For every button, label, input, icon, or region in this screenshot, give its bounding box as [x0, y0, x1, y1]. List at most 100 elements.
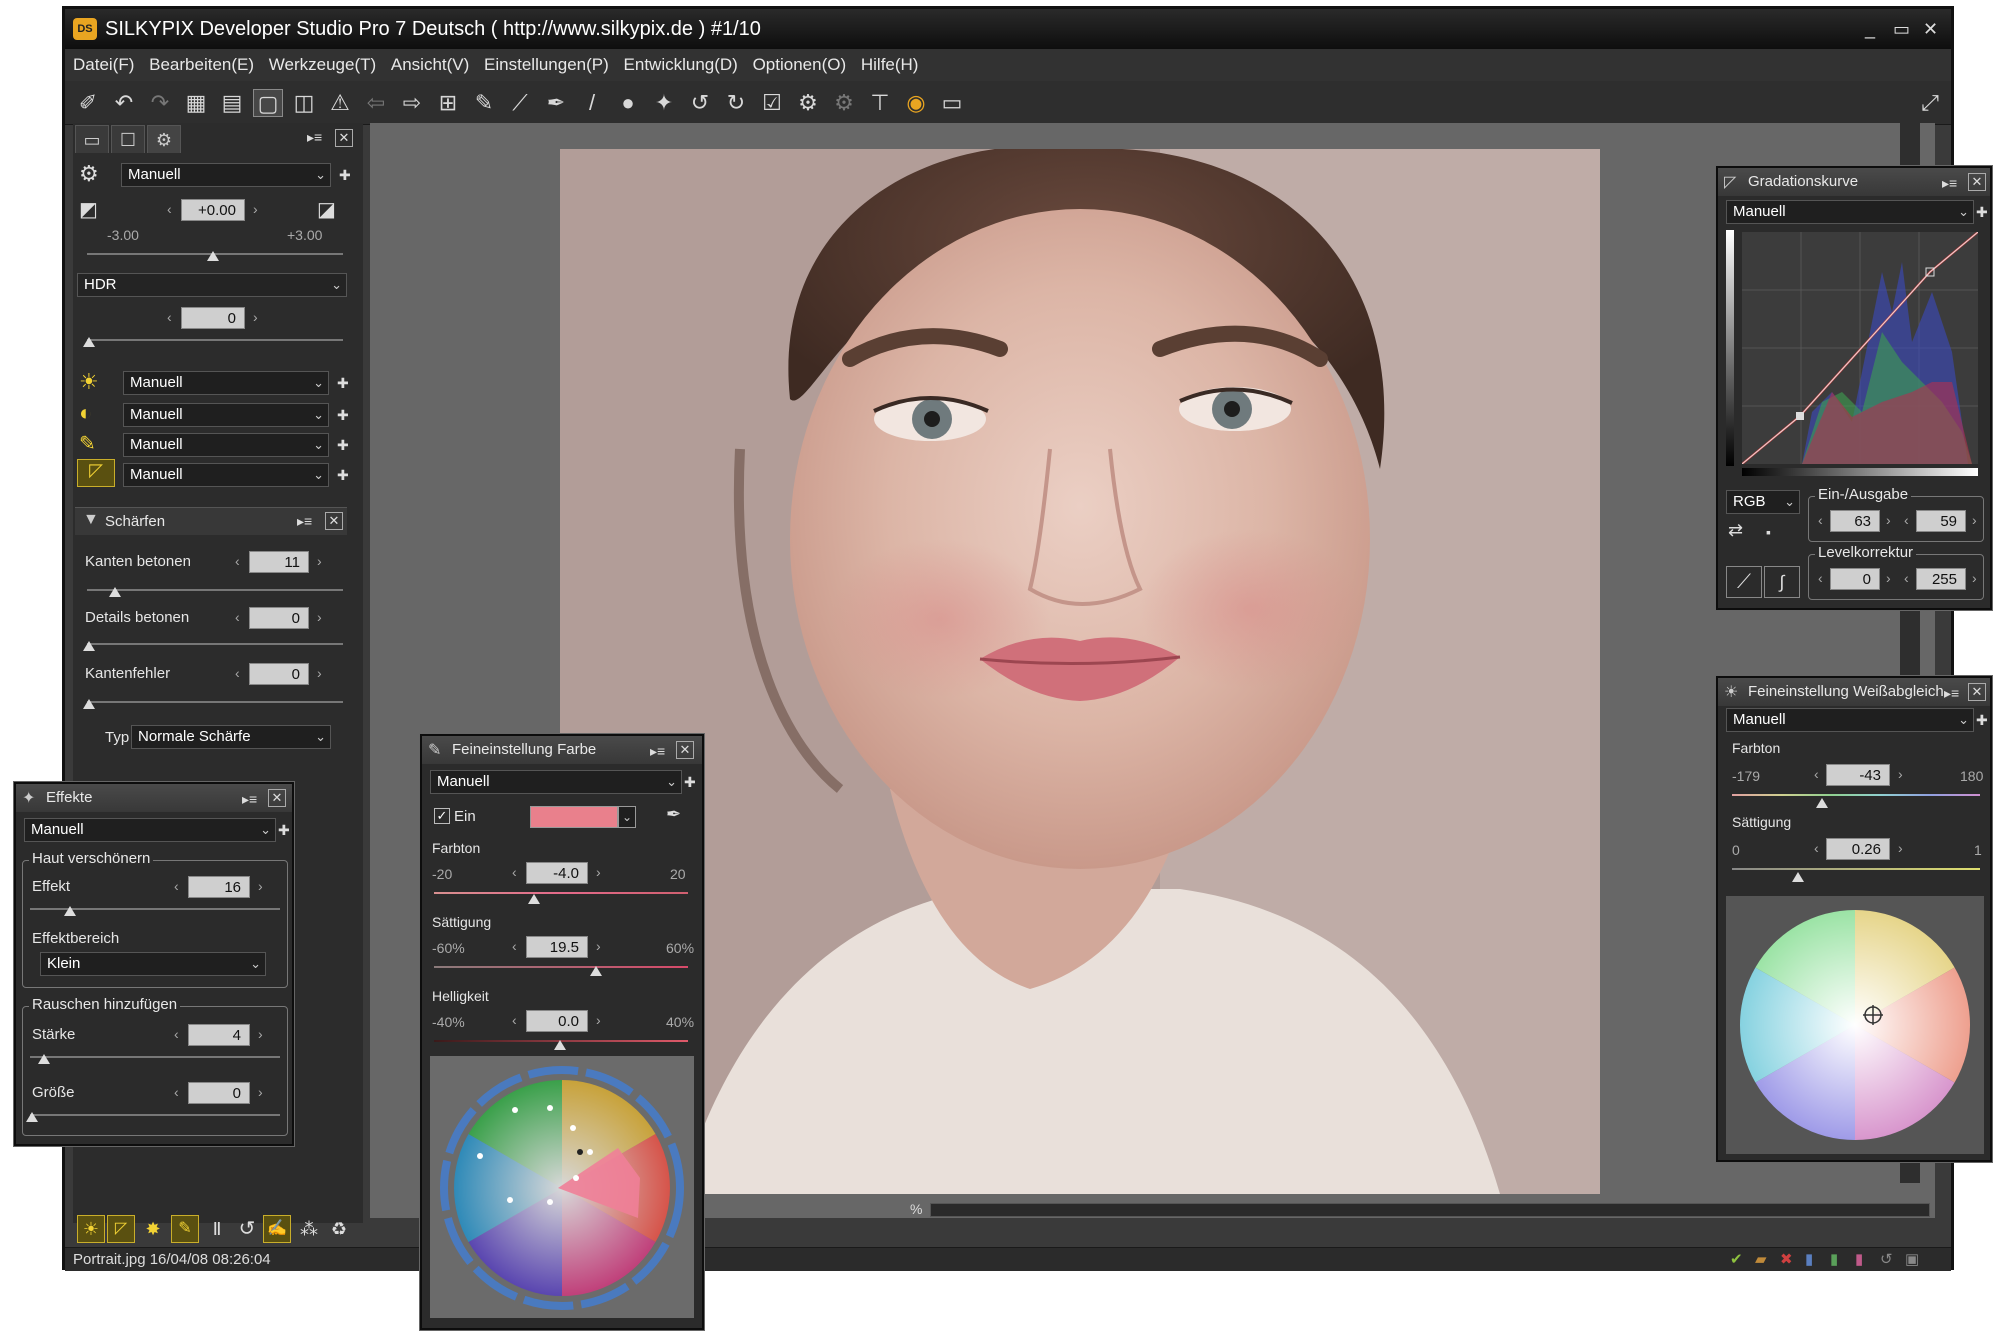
color-hue-dec-icon[interactable]: ‹	[512, 864, 517, 880]
hdr-dec-icon[interactable]: ‹	[167, 309, 172, 325]
tag-green-icon[interactable]: ▮	[1830, 1248, 1838, 1272]
edge-fault-slider-thumb[interactable]	[83, 699, 95, 709]
lock-icon[interactable]: ▣	[1905, 1248, 1919, 1272]
color-hue-value[interactable]: -4.0	[526, 862, 588, 884]
edge-slider-thumb[interactable]	[109, 587, 121, 597]
wb-hue-inc-icon[interactable]: ›	[1898, 766, 1903, 782]
folder-icon[interactable]: ▰	[1755, 1248, 1767, 1272]
curve-input-value[interactable]: 63	[1830, 510, 1880, 532]
swatch-dropdown-icon[interactable]: ⌄	[618, 806, 636, 828]
tool-effect-icon[interactable]: ✍	[263, 1215, 291, 1243]
tool-lens-icon[interactable]: Ⅱ	[203, 1215, 231, 1243]
detail-slider[interactable]	[87, 643, 343, 645]
preset-add-icon[interactable]: ✚	[339, 167, 351, 184]
output-inc-icon[interactable]: ›	[1972, 512, 1977, 528]
color-fine-close-button[interactable]: ✕	[676, 741, 694, 759]
filmstrip-view-icon[interactable]: ▤	[217, 89, 247, 117]
color-add-icon[interactable]: ✚	[684, 774, 696, 791]
tone-add-icon[interactable]: ✚	[337, 407, 349, 424]
curve-plot[interactable]	[1741, 231, 1979, 465]
hammer-icon[interactable]: ⊤	[865, 89, 895, 117]
effect-slider-thumb[interactable]	[64, 906, 76, 916]
prev-arrow-icon[interactable]: ⇦	[361, 89, 391, 117]
color-hue-inc-icon[interactable]: ›	[596, 864, 601, 880]
sharpen-close-button[interactable]: ✕	[325, 512, 343, 530]
effects-menu-icon[interactable]: ▸≡	[242, 791, 257, 808]
tag-pink-icon[interactable]: ▮	[1855, 1248, 1863, 1272]
level-low-inc-icon[interactable]: ›	[1886, 570, 1891, 586]
color-sat-slider-thumb[interactable]	[590, 966, 602, 976]
edge-fault-dec-icon[interactable]: ‹	[235, 665, 240, 681]
monitor-icon[interactable]: ▭	[937, 89, 967, 117]
tab-folder[interactable]: ▭	[75, 125, 109, 153]
edge-fault-inc-icon[interactable]: ›	[317, 665, 322, 681]
wb-sat-slider-thumb[interactable]	[1792, 872, 1804, 882]
auto-exposure-icon[interactable]: ◪	[317, 197, 336, 222]
color-bright-slider-thumb[interactable]	[554, 1040, 566, 1050]
curve-output-value[interactable]: 59	[1916, 510, 1966, 532]
color-bright-inc-icon[interactable]: ›	[596, 1012, 601, 1028]
curve-point-add-icon[interactable]: ▪	[1766, 524, 1771, 540]
input-dec-icon[interactable]: ‹	[1818, 512, 1823, 528]
detail-dec-icon[interactable]: ‹	[235, 609, 240, 625]
color-wheel-area[interactable]	[430, 1056, 694, 1318]
color-preset-select[interactable]: Manuell ⌄	[430, 770, 682, 794]
strength-slider[interactable]	[30, 1056, 280, 1058]
wb-hue-slider[interactable]	[1732, 794, 1980, 796]
effects-add-icon[interactable]: ✚	[278, 822, 290, 839]
exposure-slider-thumb[interactable]	[207, 251, 219, 261]
tool-sparkle-icon[interactable]: ✸	[139, 1215, 167, 1243]
effect-value[interactable]: 16	[188, 876, 250, 898]
settings-gear-icon[interactable]: ⚙	[79, 161, 99, 187]
wand-icon[interactable]: ✦	[649, 89, 679, 117]
reject-icon[interactable]: ✖	[1780, 1248, 1793, 1272]
rotate-right-icon[interactable]: ↻	[721, 89, 751, 117]
wb-menu-icon[interactable]: ▸≡	[1944, 685, 1959, 702]
curve-close-button[interactable]: ✕	[1968, 173, 1986, 191]
rotate-left-icon[interactable]: ↺	[685, 89, 715, 117]
wb-hue-slider-thumb[interactable]	[1816, 798, 1828, 808]
wb-hue-value[interactable]: -43	[1826, 764, 1890, 786]
strength-inc-icon[interactable]: ›	[258, 1026, 263, 1042]
color-hue-slider-thumb[interactable]	[528, 894, 540, 904]
color-sat-dec-icon[interactable]: ‹	[512, 938, 517, 954]
effect-area-select[interactable]: Klein ⌄	[40, 952, 266, 976]
exposure-inc-icon[interactable]: ›	[253, 201, 258, 217]
tone-select[interactable]: Manuell ⌄	[123, 403, 329, 427]
level-high-dec-icon[interactable]: ‹	[1904, 570, 1909, 586]
undo-icon[interactable]: ↶	[109, 89, 139, 117]
color-wheel[interactable]	[430, 1056, 694, 1318]
edge-fault-value[interactable]: 0	[249, 663, 309, 685]
maximize-button[interactable]: ▭	[1893, 9, 1910, 49]
menu-hilfe[interactable]: Hilfe(H)	[856, 49, 924, 81]
size-dec-icon[interactable]: ‹	[174, 1084, 179, 1100]
size-slider[interactable]	[30, 1114, 280, 1116]
exposure-dec-icon[interactable]: ‹	[167, 201, 172, 217]
approve-icon[interactable]: ✔	[1730, 1248, 1743, 1272]
hdr-slider[interactable]	[87, 339, 343, 341]
crop-grid-icon[interactable]: ⊞	[433, 89, 463, 117]
hdr-inc-icon[interactable]: ›	[253, 309, 258, 325]
edge-inc-icon[interactable]: ›	[317, 553, 322, 569]
level-high-inc-icon[interactable]: ›	[1972, 570, 1977, 586]
next-arrow-icon[interactable]: ⇨	[397, 89, 427, 117]
menu-entwicklung[interactable]: Entwicklung(D)	[619, 49, 743, 81]
compare-view-icon[interactable]: ◫	[289, 89, 319, 117]
effects-preset-select[interactable]: Manuell ⌄	[24, 818, 276, 842]
reset-icon[interactable]: ↺	[1880, 1248, 1893, 1272]
minimize-button[interactable]: _	[1865, 9, 1875, 49]
edge-value[interactable]: 11	[249, 551, 309, 573]
horizontal-scrollbar[interactable]	[930, 1203, 1930, 1217]
level-low-value[interactable]: 0	[1830, 568, 1880, 590]
tab-comments[interactable]: ☐	[111, 125, 145, 153]
curve-preset-select[interactable]: Manuell ⌄	[1726, 200, 1974, 224]
exposure-value[interactable]: +0.00	[181, 199, 245, 221]
color-sat-inc-icon[interactable]: ›	[596, 938, 601, 954]
curve-graph[interactable]	[1741, 231, 1979, 465]
hdr-slider-thumb[interactable]	[83, 337, 95, 347]
pipette-icon[interactable]: ✒	[541, 89, 571, 117]
redo-icon[interactable]: ↷	[145, 89, 175, 117]
color-bright-dec-icon[interactable]: ‹	[512, 1012, 517, 1028]
wb-hue-dec-icon[interactable]: ‹	[1814, 766, 1819, 782]
warning-icon[interactable]: ⚠	[325, 89, 355, 117]
